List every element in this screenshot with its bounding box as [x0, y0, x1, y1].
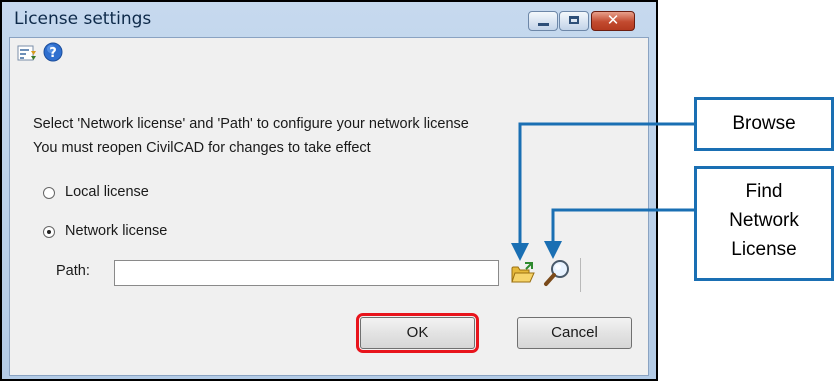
cancel-button[interactable]: Cancel [517, 317, 632, 349]
close-icon: ✕ [606, 11, 620, 29]
maximize-button[interactable] [559, 11, 589, 31]
minimize-button[interactable] [528, 11, 558, 31]
network-license-radio[interactable] [43, 226, 55, 238]
find-network-license-callout: Find Network License [694, 166, 834, 281]
sort-icon[interactable] [17, 43, 37, 63]
browse-callout-label: Browse [732, 113, 796, 134]
toolbar-separator [580, 258, 581, 292]
find-callout-line1: Find [745, 181, 783, 202]
close-button[interactable]: ✕ [591, 11, 635, 31]
dialog-body: ? Select 'Network license' and 'Path' to… [9, 37, 649, 376]
local-license-radio[interactable] [43, 187, 55, 199]
instruction-text: Select 'Network license' and 'Path' to c… [33, 116, 469, 132]
magnifier-icon [544, 260, 569, 286]
reopen-note-text: You must reopen CivilCAD for changes to … [33, 140, 371, 156]
svg-text:?: ? [49, 46, 57, 61]
help-icon[interactable]: ? [43, 42, 63, 62]
maximize-icon [569, 16, 579, 24]
path-label: Path: [56, 263, 90, 279]
license-settings-dialog: License settings ✕ ? Select 'Network lic… [0, 0, 658, 381]
minimize-icon [538, 23, 549, 26]
path-input[interactable] [114, 260, 499, 286]
find-callout-line2: Network [729, 210, 799, 231]
find-callout-line3: License [731, 239, 797, 260]
find-network-license-button[interactable] [543, 258, 573, 288]
folder-open-icon [511, 262, 535, 283]
local-license-label[interactable]: Local license [65, 184, 149, 200]
ok-button[interactable]: OK [356, 313, 479, 353]
window-title: License settings [14, 9, 152, 29]
network-license-label[interactable]: Network license [65, 223, 167, 239]
browse-button[interactable] [510, 260, 536, 286]
browse-callout: Browse [694, 97, 834, 151]
title-bar[interactable]: License settings ✕ [2, 2, 656, 36]
